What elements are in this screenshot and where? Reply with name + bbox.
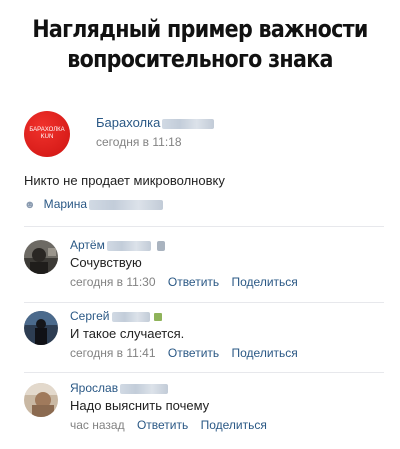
- comment-meta: час назад Ответить Поделиться: [70, 418, 267, 432]
- share-button[interactable]: Поделиться: [232, 275, 298, 289]
- badge-icon: [156, 240, 165, 251]
- comment-text: Надо выяснить почему: [70, 398, 210, 413]
- comment-author-link[interactable]: Ярослав: [70, 381, 169, 395]
- post-header: БАРАХОЛКА KUN Барахолка сегодня в 11:18: [24, 111, 384, 157]
- share-button[interactable]: Поделиться: [201, 418, 267, 432]
- comment: Ярослав Надо выяснить почему час назад О…: [24, 381, 384, 443]
- reply-button[interactable]: Ответить: [168, 346, 219, 360]
- comment-time[interactable]: сегодня в 11:30: [70, 275, 156, 289]
- meme-title-line2: вопросительного знака: [67, 45, 333, 73]
- redacted-group-name: [162, 118, 215, 129]
- group-name-link[interactable]: Барахолка: [96, 115, 215, 130]
- post-author-name: Марина: [43, 197, 88, 211]
- post-text: Никто не продает микроволновку: [24, 173, 225, 188]
- avatar-photo-icon: [24, 240, 58, 274]
- comment-text: Сочувствую: [70, 255, 142, 270]
- share-button[interactable]: Поделиться: [232, 346, 298, 360]
- reply-button[interactable]: Ответить: [137, 418, 188, 432]
- reply-button[interactable]: Ответить: [168, 275, 219, 289]
- meme-title: Наглядный пример важности вопросительног…: [28, 14, 372, 74]
- avatar-photo-icon: [24, 383, 58, 417]
- post-timestamp[interactable]: сегодня в 11:18: [96, 135, 182, 149]
- meme-title-line1: Наглядный пример важности: [32, 15, 368, 43]
- redacted-surname: [120, 383, 169, 394]
- group-logo-text: БАРАХОЛКА: [29, 127, 65, 133]
- avatar[interactable]: [24, 240, 58, 274]
- comment-meta: сегодня в 11:30 Ответить Поделиться: [70, 275, 298, 289]
- comment-author-name: Ярослав: [70, 381, 119, 395]
- divider: [24, 302, 384, 303]
- divider: [24, 226, 384, 227]
- redacted-surname: [106, 240, 151, 251]
- divider: [24, 372, 384, 373]
- avatar-photo-icon: [24, 311, 58, 345]
- comment-time[interactable]: час назад: [70, 418, 125, 432]
- comment-time[interactable]: сегодня в 11:41: [70, 346, 156, 360]
- comment-author-link[interactable]: Артём: [70, 238, 165, 252]
- comment-author-link[interactable]: Сергей: [70, 309, 162, 323]
- comment-author-name: Артём: [70, 238, 105, 252]
- redacted-author-surname: [89, 199, 164, 210]
- comment: Артём Сочувствую сегодня в 11:30 Ответит…: [24, 238, 384, 300]
- avatar[interactable]: [24, 383, 58, 417]
- badge-icon: [153, 312, 162, 321]
- post-author-link[interactable]: ☻ Марина: [24, 197, 164, 211]
- redacted-surname: [111, 311, 150, 322]
- comment: Сергей И такое случается. сегодня в 11:4…: [24, 309, 384, 371]
- avatar[interactable]: [24, 311, 58, 345]
- group-name: Барахолка: [96, 115, 161, 130]
- comment-meta: сегодня в 11:41 Ответить Поделиться: [70, 346, 298, 360]
- user-icon: ☻: [24, 199, 36, 211]
- group-avatar[interactable]: БАРАХОЛКА KUN: [24, 111, 70, 157]
- group-logo-sub: KUN: [40, 134, 54, 140]
- comment-text: И такое случается.: [70, 326, 185, 341]
- comment-author-name: Сергей: [70, 309, 110, 323]
